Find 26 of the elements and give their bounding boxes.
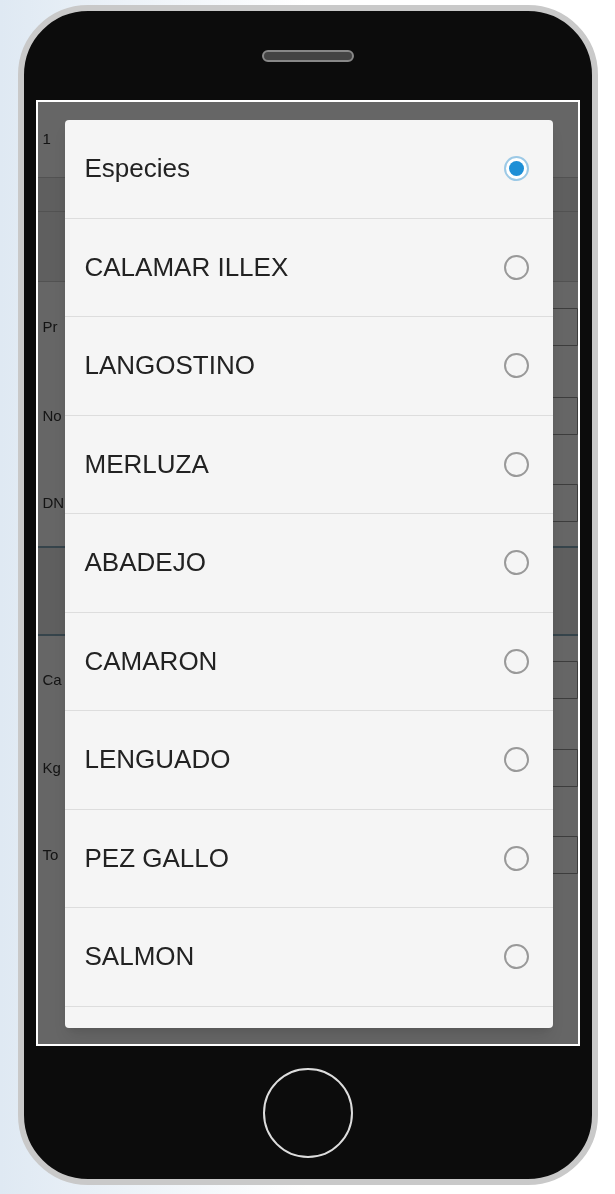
form-label: To bbox=[41, 844, 59, 865]
list-option[interactable]: MERLUZA bbox=[64, 415, 553, 514]
list-option[interactable]: CAMARON bbox=[64, 612, 553, 711]
list-option[interactable]: SALMON bbox=[64, 908, 553, 1007]
list-option[interactable]: ABADEJO bbox=[64, 514, 553, 613]
home-button[interactable] bbox=[262, 1067, 353, 1158]
radio-button[interactable] bbox=[503, 353, 529, 379]
list-option[interactable]: CALAMAR ILLEX bbox=[64, 218, 553, 317]
list-option[interactable]: PEZ GALLO bbox=[64, 809, 553, 908]
form-label: Ca bbox=[41, 669, 62, 690]
radio-button[interactable] bbox=[503, 550, 529, 576]
form-label: Pr bbox=[41, 316, 58, 337]
form-label: Kg bbox=[41, 757, 61, 778]
list-option[interactable]: Especies bbox=[64, 120, 553, 219]
radio-button[interactable] bbox=[503, 156, 529, 182]
form-label: 1 bbox=[41, 129, 51, 150]
radio-button[interactable] bbox=[503, 648, 529, 674]
radio-button[interactable] bbox=[503, 845, 529, 871]
radio-button[interactable] bbox=[503, 451, 529, 477]
radio-button[interactable] bbox=[503, 747, 529, 773]
radio-button[interactable] bbox=[503, 944, 529, 970]
form-label: No bbox=[41, 405, 62, 426]
form-label: DN bbox=[41, 492, 65, 513]
list-option[interactable]: LANGOSTINO bbox=[64, 317, 553, 416]
list-option[interactable]: LENGUADO bbox=[64, 711, 553, 810]
radio-button[interactable] bbox=[503, 254, 529, 280]
